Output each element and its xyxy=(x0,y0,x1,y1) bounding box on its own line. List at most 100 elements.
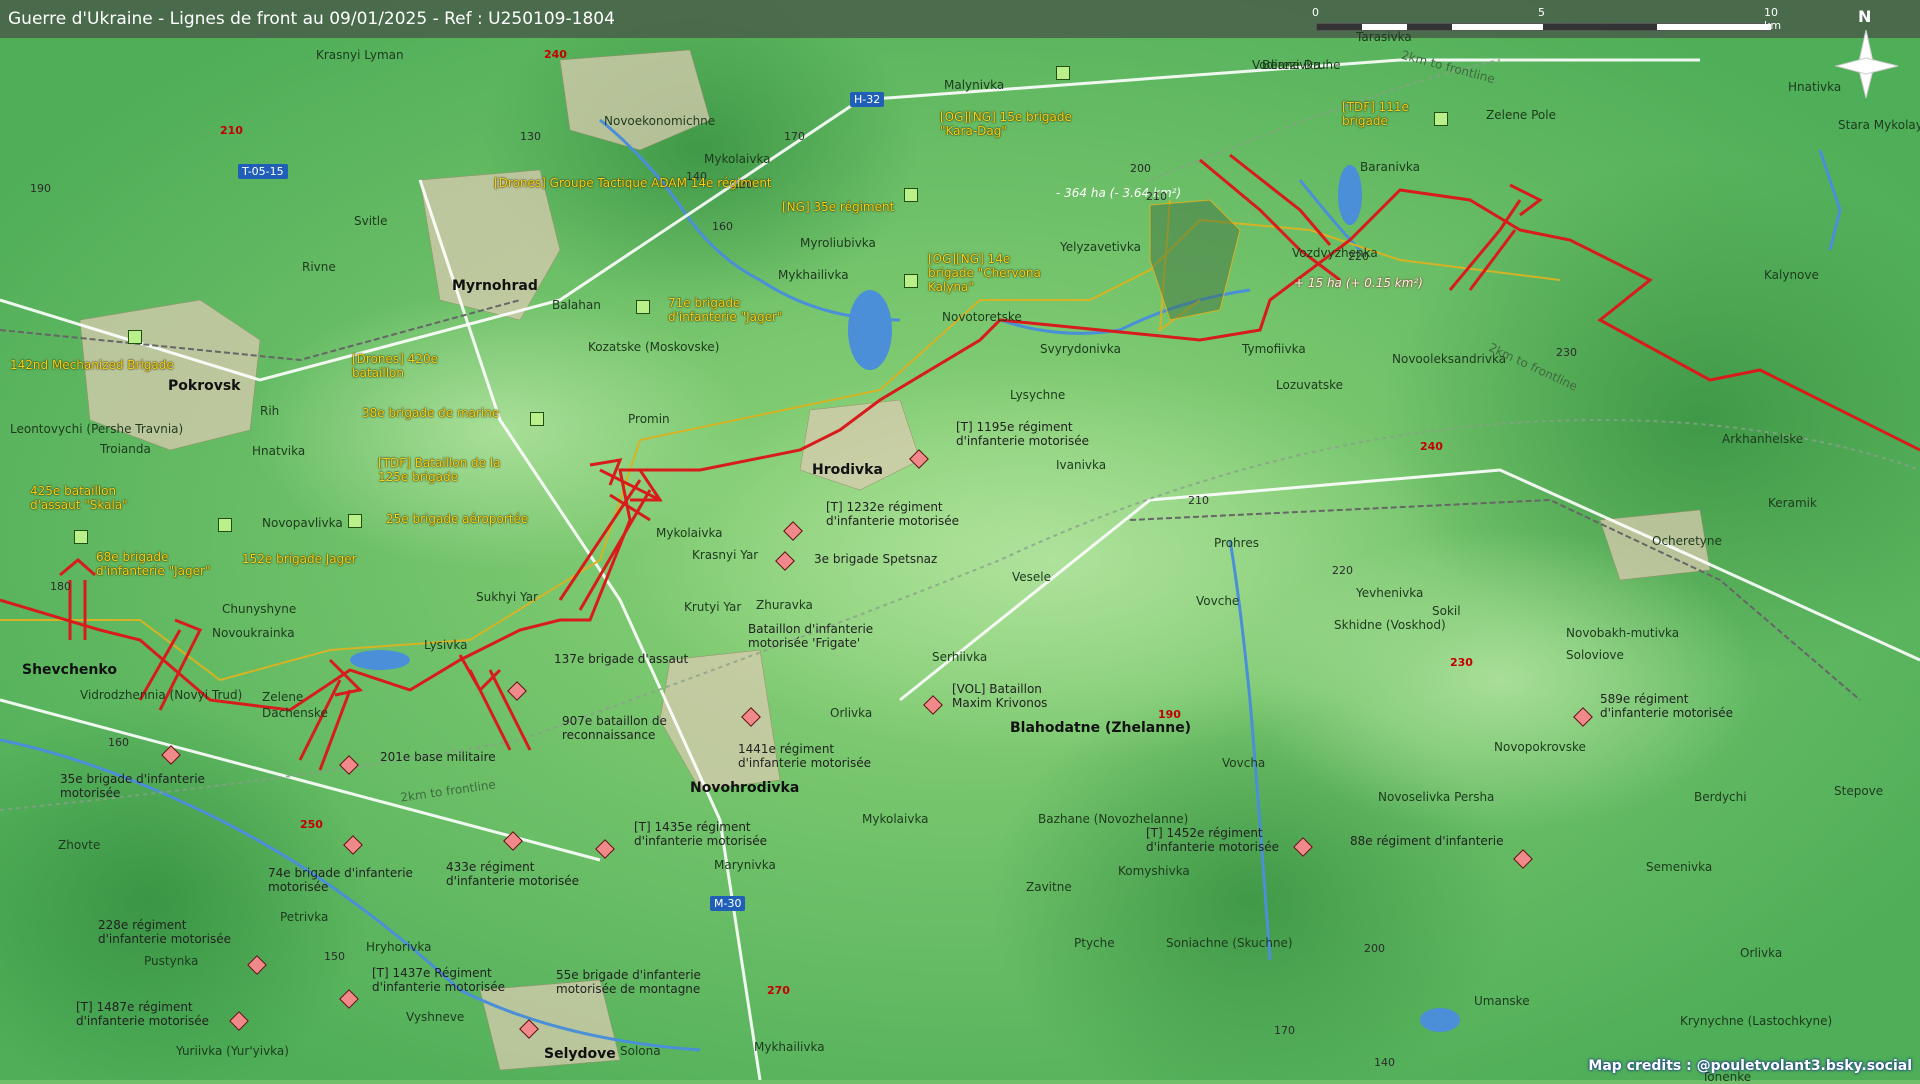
place-label: Novobakh-mutivka xyxy=(1566,626,1680,640)
place-label: Dachenske xyxy=(262,706,328,720)
place-label: Novopokrovske xyxy=(1494,740,1586,754)
ua-unit: 71e brigade d'infanterie "Jager" xyxy=(668,296,783,324)
elevation-label: 220 xyxy=(1332,564,1353,577)
elevation-label: 160 xyxy=(712,220,733,233)
ua-unit: 25e brigade aéroportée xyxy=(386,512,529,526)
place-label: Stepove xyxy=(1834,784,1884,798)
place-label: Svyrydonivka xyxy=(1040,342,1121,356)
place-label: Hryhorivka xyxy=(366,940,432,954)
place-label: Sukhyi Yar xyxy=(476,590,538,604)
elevation-label: 210 xyxy=(1146,190,1167,203)
scale-seg xyxy=(1407,24,1452,30)
place-label: Hnativka xyxy=(1788,80,1842,94)
elevation-label: 200 xyxy=(1130,162,1151,175)
place-label: Kozatske (Moskovske) xyxy=(588,340,720,354)
town-label: Novohrodivka xyxy=(690,780,800,796)
scale-tick: 10 km xyxy=(1764,6,1782,32)
place-label: Myroliubivka xyxy=(800,236,876,250)
place-label: Vovche xyxy=(1196,594,1240,608)
town-label: Selydove xyxy=(544,1046,616,1062)
ua-unit-symbol xyxy=(348,514,362,528)
town-label: Hrodivka xyxy=(812,462,883,478)
ru-unit: 74e brigade d'infanterie motorisée xyxy=(268,866,413,894)
place-label: Novoselivka Persha xyxy=(1378,790,1495,804)
place-label: Troianda xyxy=(100,442,151,456)
place-label: Stara Mykolayivka xyxy=(1838,118,1920,132)
gain-annotation: + 15 ha (+ 0.15 km²) xyxy=(1294,276,1423,290)
road-shield: T-05-15 xyxy=(238,164,288,179)
ua-unit-symbol xyxy=(218,518,232,532)
ua-unit-symbol xyxy=(530,412,544,426)
elevation-label: 230 xyxy=(1450,656,1473,669)
place-label: Bazhane (Novozhelanne) xyxy=(1038,812,1189,826)
place-label: Yuriivka (Yur'yivka) xyxy=(176,1044,289,1058)
ru-unit: Bataillon d'infanterie motorisée 'Frigat… xyxy=(748,622,874,650)
ru-unit: [T] 1435e régiment d'infanterie motorisé… xyxy=(634,820,767,848)
place-label: Ocheretyne xyxy=(1652,534,1722,548)
road-shield: M-30 xyxy=(710,896,746,911)
elevation-label: 210 xyxy=(1188,494,1209,507)
map-credits: Map credits : @pouletvolant3.bsky.social xyxy=(1588,1058,1912,1074)
ru-unit: 55e brigade d'infanterie motorisée de mo… xyxy=(556,968,701,996)
place-label: Sokil xyxy=(1432,604,1461,618)
ru-unit: [T] 1232e régiment d'infanterie motorisé… xyxy=(826,500,959,528)
place-label: Marynivka xyxy=(714,858,776,872)
elevation-label: 200 xyxy=(1364,942,1385,955)
ua-unit: 142nd Mechanized Brigade xyxy=(10,358,174,372)
ru-unit: 88e régiment d'infanterie xyxy=(1350,834,1504,848)
place-label: Krynychne (Lastochkyne) xyxy=(1680,1014,1833,1028)
place-label: Yevhenivka xyxy=(1356,586,1424,600)
place-label: Lozuvatske xyxy=(1276,378,1344,392)
ua-unit-symbol xyxy=(636,300,650,314)
ru-unit: [VOL] Bataillon Maxim Krivonos xyxy=(952,682,1048,710)
place-label: Solona xyxy=(620,1044,661,1058)
place-label: Zhuravka xyxy=(756,598,813,612)
place-label: Ivanivka xyxy=(1056,458,1107,472)
place-label: Leontovychi (Pershe Travnia) xyxy=(10,422,184,436)
ru-unit: 589e régiment d'infanterie motorisée xyxy=(1600,692,1733,720)
place-label: Skhidne (Voskhod) xyxy=(1334,618,1446,632)
elevation-label: 190 xyxy=(1158,708,1181,721)
place-label: Hnatvika xyxy=(252,444,306,458)
place-label: Semenivka xyxy=(1646,860,1713,874)
scale-tick: 0 xyxy=(1312,6,1319,19)
place-label: Novotoretske xyxy=(942,310,1022,324)
place-label: Promin xyxy=(628,412,670,426)
elevation-label: 190 xyxy=(30,182,51,195)
header-bar: Guerre d'Ukraine - Lignes de front au 09… xyxy=(0,0,1920,38)
ua-unit: 152e brigade Jager xyxy=(242,552,357,566)
ru-unit: 1441e régiment d'infanterie motorisée xyxy=(738,742,871,770)
place-label: Pustynka xyxy=(144,954,199,968)
ua-unit-symbol xyxy=(74,530,88,544)
place-label: Zavitne xyxy=(1026,880,1072,894)
place-label: Umanske xyxy=(1474,994,1530,1008)
place-label: Novoekonomichne xyxy=(604,114,716,128)
ua-unit-symbol xyxy=(1056,66,1070,80)
terrain-light xyxy=(1240,530,1760,830)
place-label: Serhiivka xyxy=(932,650,988,664)
place-label: Soloviove xyxy=(1566,648,1624,662)
place-label: Rih xyxy=(260,404,280,418)
ru-unit: 3e brigade Spetsnaz xyxy=(814,552,938,566)
place-label: Krasnyi Yar xyxy=(692,548,759,562)
place-label: Balahan xyxy=(552,298,601,312)
place-label: Zelene Pole xyxy=(1486,108,1556,122)
place-label: Vovcha xyxy=(1222,756,1266,770)
ru-unit: [T] 1452e régiment d'infanterie motorisé… xyxy=(1146,826,1279,854)
map-title: Guerre d'Ukraine - Lignes de front au 09… xyxy=(8,9,615,29)
place-label: Orlivka xyxy=(830,706,873,720)
elevation-label: 170 xyxy=(784,130,805,143)
place-label: Lysivka xyxy=(424,638,468,652)
ru-unit: [T] 1487e régiment d'infanterie motorisé… xyxy=(76,1000,209,1028)
town-label: Shevchenko xyxy=(22,662,117,678)
place-label: Chunyshyne xyxy=(222,602,297,616)
place-label: Malynivka xyxy=(944,78,1005,92)
ua-unit: [Drones] Groupe Tactique ADAM 14e régime… xyxy=(494,176,772,190)
place-label: Arkhanhelske xyxy=(1722,432,1804,446)
ua-unit-symbol xyxy=(904,274,918,288)
place-label: Keramik xyxy=(1768,496,1817,510)
ua-unit-symbol xyxy=(904,188,918,202)
place-label: Kalynove xyxy=(1764,268,1819,282)
ua-unit: [OG][NG] 14e brigade "Chervona Kalyna" xyxy=(928,252,1041,294)
elevation-label: 180 xyxy=(50,580,71,593)
